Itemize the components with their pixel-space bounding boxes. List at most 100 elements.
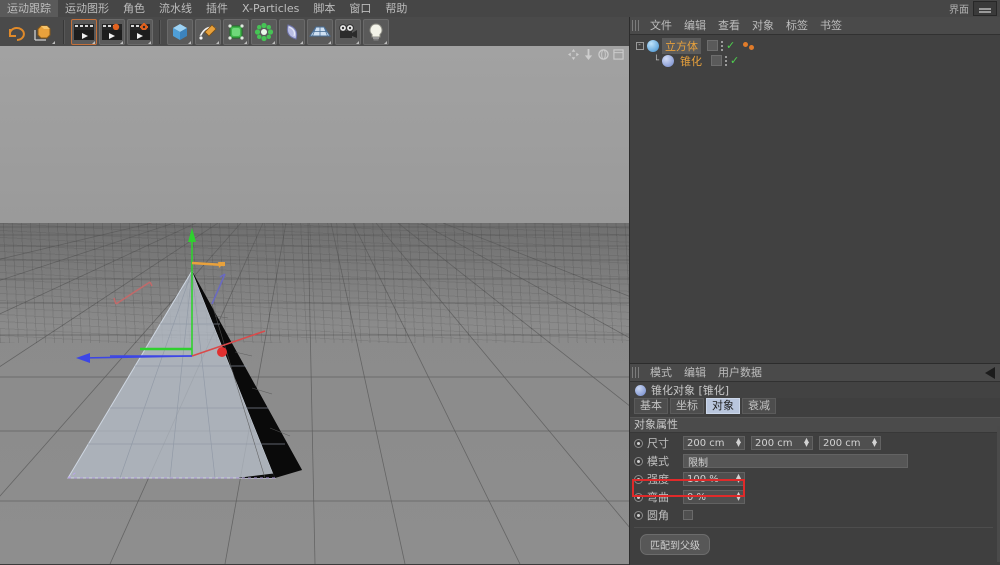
size-x-input[interactable]: 200 cm ▴ ▾	[683, 436, 745, 450]
layout-switcher[interactable]: 界面	[949, 1, 1000, 16]
mode-value: 限制	[688, 457, 708, 469]
mode-label: 模式	[647, 455, 669, 468]
mode-select[interactable]: 限制	[683, 454, 908, 469]
panel-grip-icon[interactable]	[632, 367, 641, 378]
property-row-strength: 强度 100 % ▴ ▾	[630, 471, 1000, 487]
strength-spinner[interactable]: ▴ ▾	[736, 472, 741, 486]
render-settings-button[interactable]	[127, 18, 153, 45]
tab-basic[interactable]: 基本	[634, 398, 668, 414]
perspective-viewport[interactable]	[0, 46, 629, 564]
match-to-parent-button[interactable]: 匹配到父级	[640, 534, 710, 555]
menu-item-motion-tracker[interactable]: 运动跟踪	[0, 0, 58, 17]
tree-branch-icon: └	[653, 55, 659, 66]
curvature-spinner[interactable]: ▴ ▾	[736, 490, 741, 504]
layout-label: 界面	[949, 5, 969, 16]
size-x-spinner[interactable]: ▴ ▾	[736, 436, 741, 450]
toolbar-group-undo	[0, 18, 60, 45]
tab-coordinates[interactable]: 坐标	[670, 398, 704, 414]
add-array-button[interactable]	[251, 18, 277, 45]
am-menu-mode[interactable]: 模式	[644, 364, 678, 381]
viewport-navigation-icons[interactable]	[568, 49, 624, 60]
attribute-manager-menu-bar: 模式 编辑 用户数据	[630, 364, 1000, 382]
maximize-icon[interactable]	[613, 49, 624, 60]
om-menu-bookmarks[interactable]: 书签	[814, 17, 848, 34]
om-menu-view[interactable]: 查看	[712, 17, 746, 34]
mode-animate-dot-icon[interactable]	[634, 456, 643, 466]
menu-item-pipeline[interactable]: 流水线	[152, 0, 199, 17]
tapered-cube-object[interactable]	[0, 46, 629, 564]
object-manager: 文件 编辑 查看 对象 标签 书签 - 立方体 ✓ └ 锥化 ✓	[629, 17, 1000, 367]
layout-dropdown-icon[interactable]	[973, 1, 997, 16]
curvature-label: 弯曲	[647, 491, 669, 504]
menu-item-script[interactable]: 脚本	[306, 0, 342, 17]
curvature-animate-dot-icon[interactable]	[634, 492, 643, 502]
material-tag-dot-icon[interactable]	[749, 44, 755, 50]
add-light-button[interactable]	[363, 18, 389, 45]
add-spline-button[interactable]	[195, 18, 221, 45]
toolbar-separator	[159, 19, 161, 44]
size-z-spinner[interactable]: ▴ ▾	[872, 436, 877, 450]
am-menu-edit[interactable]: 编辑	[678, 364, 712, 381]
menu-item-x-particles[interactable]: X-Particles	[235, 0, 306, 17]
object-row-taper[interactable]: └ 锥化 ✓	[630, 53, 1000, 68]
render-region-button[interactable]	[99, 18, 125, 45]
curvature-input[interactable]: 0 % ▴ ▾	[683, 490, 745, 504]
size-y-value: 200 cm	[755, 437, 793, 449]
visibility-tag-icon[interactable]	[711, 55, 722, 66]
object-tags-cube[interactable]: ✓	[707, 40, 755, 51]
object-name-cube[interactable]: 立方体	[662, 37, 701, 54]
om-menu-file[interactable]: 文件	[644, 17, 678, 34]
expander-icon[interactable]: -	[633, 41, 646, 50]
dolly-icon[interactable]	[583, 49, 594, 60]
right-panel-column: 文件 编辑 查看 对象 标签 书签 - 立方体 ✓ └ 锥化 ✓ 模式 编辑 用…	[629, 17, 1000, 565]
toolbar-separator	[63, 19, 65, 44]
object-name-taper[interactable]: 锥化	[677, 53, 705, 69]
tag-dots-icon	[721, 40, 723, 51]
expander-minus-icon[interactable]: -	[635, 41, 644, 50]
fillet-animate-dot-icon[interactable]	[634, 510, 643, 520]
move-tool-button[interactable]	[31, 19, 57, 45]
om-menu-edit[interactable]: 编辑	[678, 17, 712, 34]
undo-button[interactable]	[3, 19, 29, 45]
size-z-input[interactable]: 200 cm ▴ ▾	[819, 436, 881, 450]
add-camera-button[interactable]	[335, 18, 361, 45]
property-row-size: 尺寸 200 cm ▴ ▾ 200 cm ▴ ▾ 200 cm ▴ ▾	[630, 435, 1000, 451]
om-menu-objects[interactable]: 对象	[746, 17, 780, 34]
menu-item-character[interactable]: 角色	[116, 0, 152, 17]
add-cube-button[interactable]	[167, 18, 193, 45]
menu-item-plugins[interactable]: 插件	[199, 0, 235, 17]
am-collapse-button[interactable]	[985, 366, 1000, 379]
object-properties-section-title: 对象属性	[630, 417, 1000, 433]
material-tag-dot-icon[interactable]	[743, 41, 749, 47]
strength-animate-dot-icon[interactable]	[634, 474, 643, 484]
menu-item-window[interactable]: 窗口	[342, 0, 378, 17]
chevron-left-icon[interactable]	[985, 366, 995, 379]
pan-icon[interactable]	[568, 49, 579, 60]
render-view-button[interactable]	[71, 18, 97, 45]
fillet-checkbox[interactable]	[683, 510, 693, 520]
size-y-spinner[interactable]: ▴ ▾	[804, 436, 809, 450]
cube-object-icon	[647, 39, 659, 52]
menu-item-help[interactable]: 帮助	[378, 0, 414, 17]
size-animate-dot-icon[interactable]	[634, 438, 643, 448]
add-nurbs-button[interactable]	[223, 18, 249, 45]
strength-input[interactable]: 100 % ▴ ▾	[683, 472, 745, 486]
size-y-input[interactable]: 200 cm ▴ ▾	[751, 436, 813, 450]
am-menu-userdata[interactable]: 用户数据	[712, 364, 768, 381]
menu-item-mograph[interactable]: 运动图形	[58, 0, 116, 17]
add-floor-button[interactable]	[307, 18, 333, 45]
size-label: 尺寸	[647, 437, 669, 450]
enabled-check-icon[interactable]: ✓	[726, 40, 735, 51]
enabled-check-icon[interactable]: ✓	[730, 55, 739, 66]
tab-falloff[interactable]: 衰减	[742, 398, 776, 414]
om-menu-tags[interactable]: 标签	[780, 17, 814, 34]
object-tags-taper[interactable]: ✓	[711, 55, 739, 66]
tab-object[interactable]: 对象	[706, 398, 740, 414]
panel-grip-icon[interactable]	[632, 20, 641, 31]
add-deformer-button[interactable]	[279, 18, 305, 45]
object-row-cube[interactable]: - 立方体 ✓	[630, 37, 1000, 54]
object-manager-tree[interactable]: - 立方体 ✓ └ 锥化 ✓	[630, 37, 1000, 367]
property-row-curvature: 弯曲 0 % ▴ ▾	[630, 489, 1000, 505]
rotate-icon[interactable]	[598, 49, 609, 60]
visibility-tag-icon[interactable]	[707, 40, 718, 51]
